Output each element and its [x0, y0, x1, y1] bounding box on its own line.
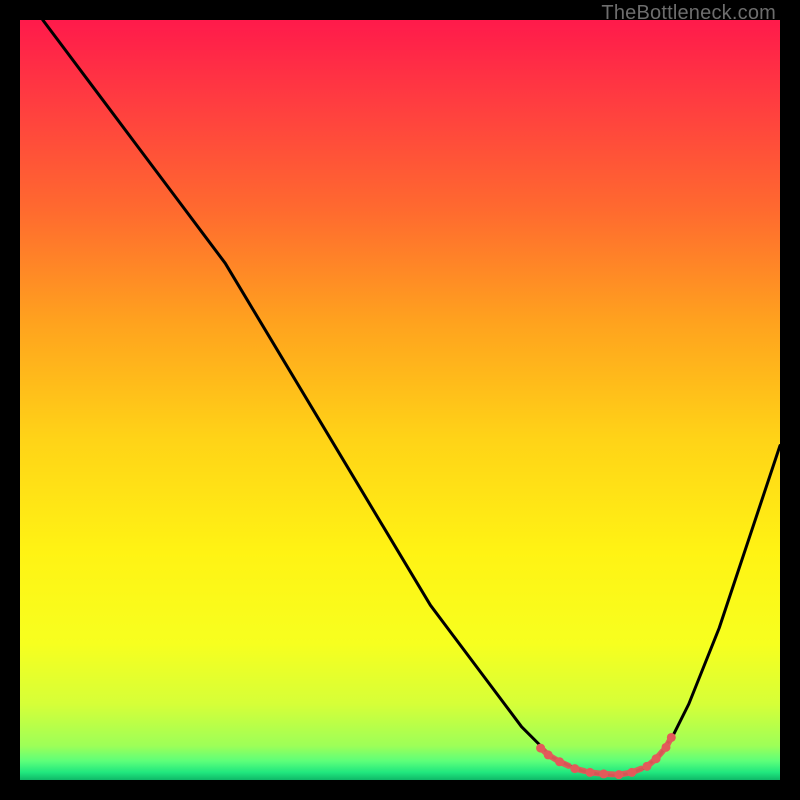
- marker-dot: [614, 770, 623, 779]
- marker-dot: [643, 762, 652, 771]
- marker-dot: [544, 750, 553, 759]
- marker-dot: [627, 768, 636, 777]
- marker-dot: [570, 764, 579, 773]
- marker-dot: [599, 769, 608, 778]
- chart-frame: [20, 20, 780, 780]
- chart-background: [20, 20, 780, 780]
- marker-dot: [652, 754, 661, 763]
- marker-dot: [586, 768, 595, 777]
- bottleneck-chart: [20, 20, 780, 780]
- marker-dot: [536, 744, 545, 753]
- marker-dot: [662, 743, 671, 752]
- marker-dot: [555, 757, 564, 766]
- marker-dot: [667, 733, 676, 742]
- watermark-text: TheBottleneck.com: [601, 2, 776, 25]
